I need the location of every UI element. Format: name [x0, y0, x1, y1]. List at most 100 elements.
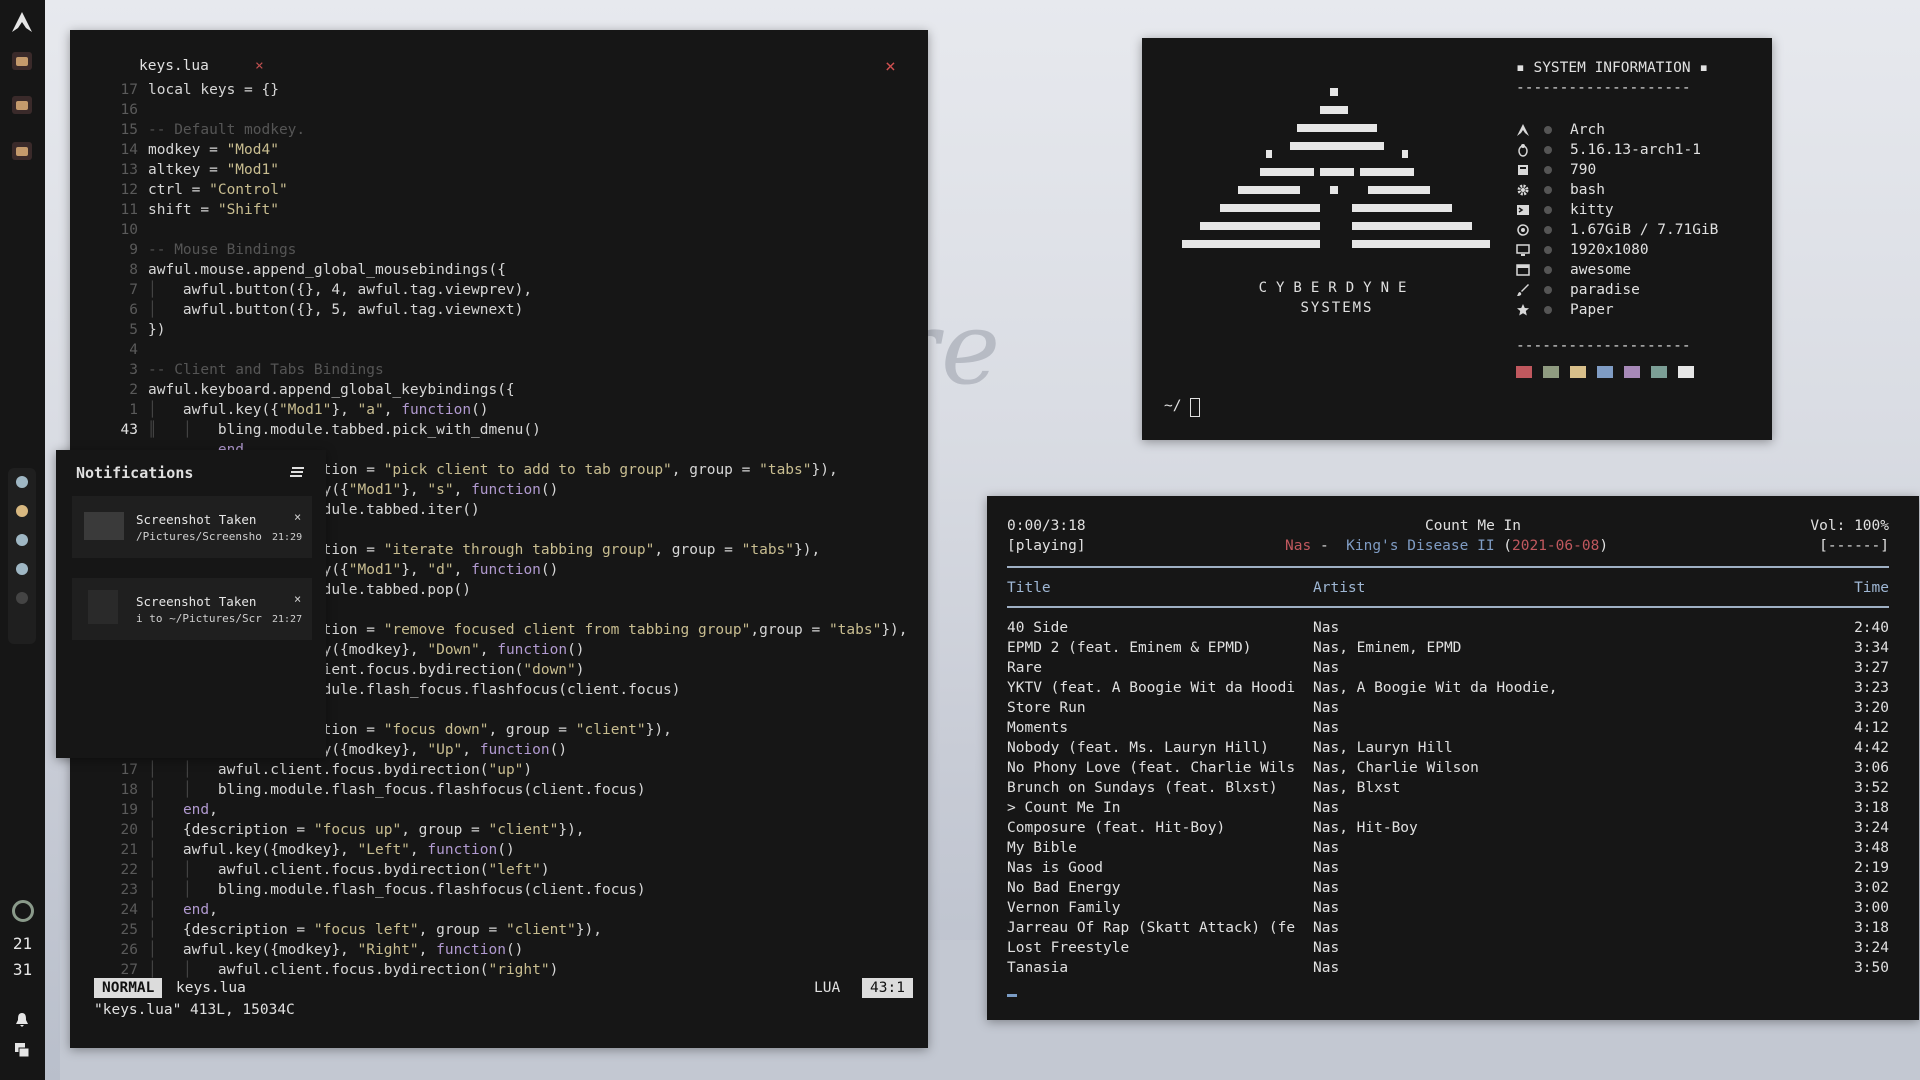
screenshot-thumbnail [84, 512, 124, 540]
code-line[interactable]: 15 -- Default modkey. [70, 120, 928, 140]
col-title[interactable]: Title [1007, 578, 1307, 598]
line-number: 19 [120, 802, 138, 818]
track-row[interactable]: Brunch on Sundays (feat. Blxst) Nas, Blxs… [1007, 778, 1889, 798]
track-row[interactable]: No Bad Energy Nas 3:02 [1007, 878, 1889, 898]
tag-dot-3[interactable] [16, 534, 28, 546]
code-line[interactable]: 10 [70, 220, 928, 240]
sysinfo-header: ▪ SYSTEM INFORMATION ▪ [1516, 60, 1709, 76]
code-line[interactable]: 24 │ end, [70, 900, 928, 920]
tag-1-icon[interactable] [12, 52, 32, 70]
code-line[interactable]: 6 │ awful.button({}, 5, awful.tag.viewnex… [70, 300, 928, 320]
tag-3-icon[interactable] [12, 142, 32, 160]
tag-dot-5[interactable] [16, 592, 28, 604]
notification-close-icon[interactable]: × [294, 510, 301, 524]
command-line[interactable]: "keys.lua" 413L, 15034C [94, 1000, 295, 1020]
sysinfo-terminal[interactable]: CYBERDYNE SYSTEMS ▪ SYSTEM INFORMATION ▪… [1142, 38, 1772, 440]
code-text: │ awful.key({modkey}, "Left", function() [148, 842, 515, 858]
palette-swatch [1516, 366, 1532, 378]
music-player-terminal[interactable]: 0:00/3:18 [playing] Count Me In Nas - Ki… [987, 496, 1919, 1020]
track-title: Nobody (feat. Ms. Lauryn Hill) [1007, 740, 1269, 756]
code-text: -- Mouse Bindings [148, 242, 297, 258]
track-row[interactable]: Vernon Family Nas 3:00 [1007, 898, 1889, 918]
bell-icon[interactable] [14, 1012, 30, 1028]
window-icon [1516, 264, 1530, 276]
col-time[interactable]: Time [1854, 578, 1889, 598]
track-artist: Nas, Lauryn Hill [1313, 740, 1453, 756]
line-number: 12 [120, 182, 138, 198]
track-row[interactable]: Tanasia Nas 3:50 [1007, 958, 1889, 978]
notification-body: /Pictures/Screenshots [136, 530, 262, 543]
col-artist[interactable]: Artist [1313, 578, 1365, 598]
code-line[interactable]: 9 -- Mouse Bindings [70, 240, 928, 260]
track-row[interactable]: Moments Nas 4:12 [1007, 718, 1889, 738]
status-ring-icon[interactable] [12, 900, 34, 922]
code-text: │ │ awful.client.focus.bydirection("up") [148, 762, 533, 778]
line-number: 20 [120, 822, 138, 838]
track-artist: Nas [1313, 620, 1340, 636]
code-line[interactable]: 17 local keys = {} [70, 80, 928, 100]
track-row[interactable]: No Phony Love (feat. Charlie Wils Nas, Ch… [1007, 758, 1889, 778]
layout-icon[interactable] [14, 1042, 30, 1058]
track-row[interactable]: > Count Me In Nas 3:18 [1007, 798, 1889, 818]
editor-tab-title[interactable]: keys.lua [139, 58, 209, 74]
track-row[interactable]: EPMD 2 (feat. Eminem & EPMD) Nas, Eminem,… [1007, 638, 1889, 658]
line-number: 2 [129, 382, 138, 398]
track-row[interactable]: Rare Nas 3:27 [1007, 658, 1889, 678]
code-line[interactable]: 18 │ │ bling.module.flash_focus.flashfocu… [70, 780, 928, 800]
code-line[interactable]: 22 │ │ awful.client.focus.bydirection("le… [70, 860, 928, 880]
code-line[interactable]: 17 │ │ awful.client.focus.bydirection("up… [70, 760, 928, 780]
track-row[interactable]: Store Run Nas 3:20 [1007, 698, 1889, 718]
track-row[interactable]: Nas is Good Nas 2:19 [1007, 858, 1889, 878]
code-line[interactable]: 4 [70, 340, 928, 360]
track-time: 3:48 [1854, 840, 1889, 856]
track-row[interactable]: 40 Side Nas 2:40 [1007, 618, 1889, 638]
code-line[interactable]: 20 │ {description = "focus up", group = "… [70, 820, 928, 840]
code-line[interactable]: 21 │ awful.key({modkey}, "Left", function… [70, 840, 928, 860]
code-line[interactable]: 7 │ awful.button({}, 4, awful.tag.viewpre… [70, 280, 928, 300]
track-row[interactable]: YKTV (feat. A Boogie Wit da Hoodi Nas, A … [1007, 678, 1889, 698]
code-line[interactable]: 13 altkey = "Mod1" [70, 160, 928, 180]
track-row[interactable]: Lost Freestyle Nas 3:24 [1007, 938, 1889, 958]
cyberdyne-logo [1182, 88, 1492, 268]
track-artist: Nas [1313, 860, 1340, 876]
code-line[interactable]: 23 │ │ bling.module.flash_focus.flashfocu… [70, 880, 928, 900]
volume[interactable]: Vol: 100% [1810, 516, 1889, 536]
code-line[interactable]: 16 [70, 100, 928, 120]
mode-indicator: NORMAL [94, 978, 163, 998]
code-line[interactable]: 26 │ awful.key({modkey}, "Right", functio… [70, 940, 928, 960]
code-line[interactable]: 3 -- Client and Tabs Bindings [70, 360, 928, 380]
tag-dot-4[interactable] [16, 563, 28, 575]
tag-2-icon[interactable] [12, 96, 32, 114]
track-row[interactable]: Jarreau Of Rap (Skatt Attack) (fe Nas 3:18 [1007, 918, 1889, 938]
tag-dot-2[interactable] [16, 505, 28, 517]
code-line[interactable]: 11 shift = "Shift" [70, 200, 928, 220]
code-line[interactable]: 19 │ end, [70, 800, 928, 820]
code-line[interactable]: 8 awful.mouse.append_global_mousebindings… [70, 260, 928, 280]
track-row[interactable]: Nobody (feat. Ms. Lauryn Hill) Nas, Laury… [1007, 738, 1889, 758]
notification-card[interactable]: Screenshot Taken /Pictures/Screenshots 2… [72, 496, 312, 558]
track-time: 3:00 [1854, 900, 1889, 916]
code-text: │ end, [148, 802, 218, 818]
notification-close-icon[interactable]: × [294, 592, 301, 606]
package-icon [1518, 165, 1528, 175]
window-close-icon[interactable]: × [885, 56, 896, 77]
track-row[interactable]: My Bible Nas 3:48 [1007, 838, 1889, 858]
clear-all-icon[interactable] [290, 466, 304, 478]
arch-logo-icon[interactable] [10, 10, 34, 34]
code-line[interactable]: 25 │ {description = "focus left", group =… [70, 920, 928, 940]
code-line[interactable]: 12 ctrl = "Control" [70, 180, 928, 200]
now-playing-title: Count Me In [1424, 518, 1522, 534]
tab-close-icon[interactable]: × [255, 58, 264, 74]
code-line[interactable]: 14 modkey = "Mod4" [70, 140, 928, 160]
track-row[interactable]: Composure (feat. Hit-Boy) Nas, Hit-Boy 3:2… [1007, 818, 1889, 838]
code-line[interactable]: 5}) [70, 320, 928, 340]
track-artist: Nas, Eminem, EPMD [1313, 640, 1462, 656]
code-line[interactable]: 27 │ │ awful.client.focus.bydirection("ri… [70, 960, 928, 980]
code-line[interactable]: 2 awful.keyboard.append_global_keybinding… [70, 380, 928, 400]
code-line[interactable]: 1 │ awful.key({"Mod1"}, "a", function() [70, 400, 928, 420]
notification-card[interactable]: Screenshot Taken i to ~/Pictures/Scree 2… [72, 578, 312, 640]
code-line[interactable]: 43 ║ │ bling.module.tabbed.pick_with_dmen… [70, 420, 928, 440]
tag-dot-1[interactable] [16, 476, 28, 488]
track-artist: Nas, Hit-Boy [1313, 820, 1418, 836]
line-number: 23 [120, 882, 138, 898]
